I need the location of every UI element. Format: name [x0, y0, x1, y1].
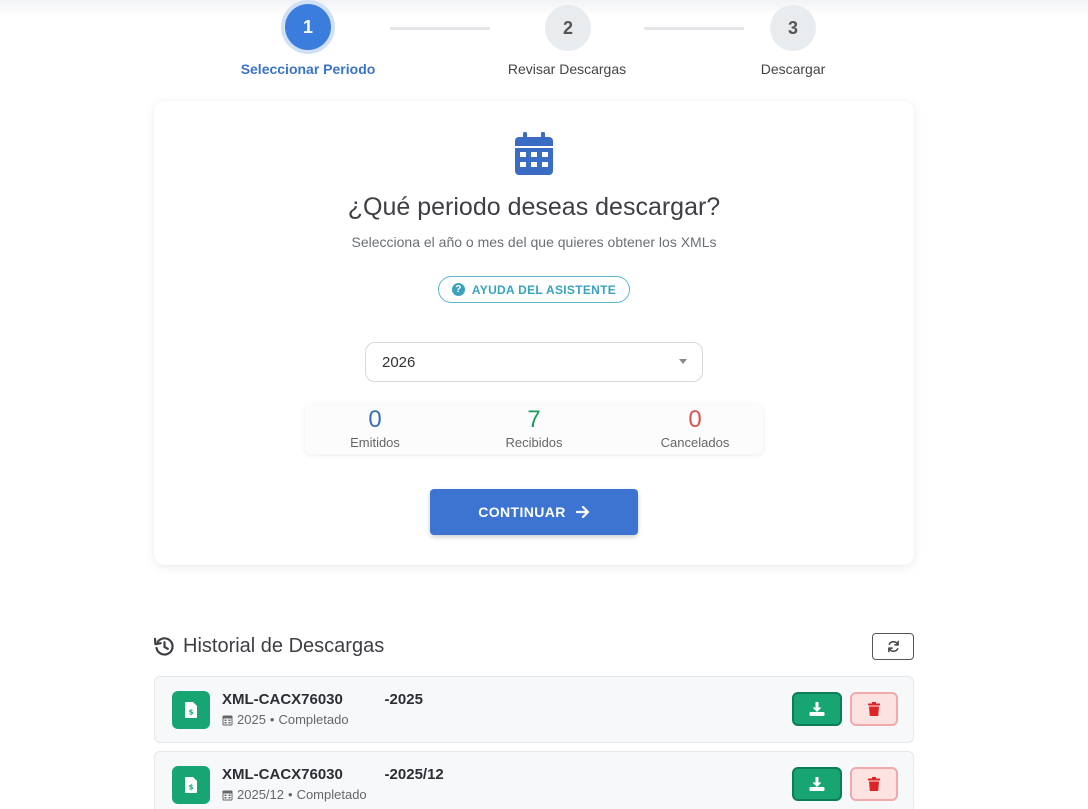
stat-recibidos: 7 Recibidos: [464, 404, 604, 450]
history-title: Historial de Descargas: [183, 634, 385, 657]
trash-icon: [868, 777, 880, 791]
refresh-button[interactable]: [872, 633, 914, 660]
history-item: $ XML-CACX76030 -2025 2025 • Completado: [154, 676, 914, 743]
stat-label: Cancelados: [660, 435, 730, 450]
year-select[interactable]: 2026: [365, 342, 703, 382]
history-item-period: 2025: [237, 712, 266, 727]
file-icon: $: [185, 777, 197, 793]
trash-icon: [868, 702, 880, 716]
step-1-circle[interactable]: 1: [285, 4, 331, 50]
history-item-meta: 2025/12 • Completado: [222, 787, 367, 802]
history-item-status: Completado: [296, 787, 367, 802]
separator-dot: •: [269, 712, 275, 727]
history-header: Historial de Descargas: [154, 633, 384, 659]
continue-button[interactable]: CONTINUAR: [430, 489, 638, 535]
wizard-stepper: 1 2 3 Seleccionar Periodo Revisar Descar…: [0, 0, 1088, 90]
delete-button[interactable]: [850, 692, 898, 726]
svg-text:$: $: [189, 784, 194, 792]
history-item-name: XML-CACX76030 -2025/12: [222, 766, 444, 783]
help-button-label: AYUDA DEL ASISTENTE: [471, 282, 617, 297]
download-button[interactable]: [792, 767, 842, 801]
page-subtitle: Selecciona el año o mes del que quieres …: [351, 234, 717, 250]
stats-panel: 0 Emitidos 7 Recibidos 0 Cancelados: [305, 404, 763, 454]
separator-dot: •: [288, 787, 293, 802]
step-connector: [644, 27, 744, 30]
step-2-label: Revisar Descargas: [507, 61, 627, 77]
step-connector: [390, 27, 490, 30]
stat-value: 0: [688, 406, 702, 433]
help-button[interactable]: ? AYUDA DEL ASISTENTE: [438, 276, 630, 303]
stat-cancelados: 0 Cancelados: [625, 404, 765, 450]
delete-button[interactable]: [850, 767, 898, 801]
download-icon: [809, 702, 825, 716]
step-1-label: Seleccionar Periodo: [240, 61, 376, 77]
page-title: ¿Qué periodo deseas descargar?: [347, 193, 721, 221]
step-3-label: Descargar: [760, 61, 826, 77]
refresh-icon: [887, 640, 899, 653]
step-3-circle[interactable]: 3: [770, 5, 816, 51]
file-invoice-icon: $: [172, 691, 210, 729]
history-icon: [154, 636, 174, 656]
arrow-right-icon: [575, 506, 589, 518]
question-icon: ?: [451, 283, 465, 296]
history-item-period: 2025/12: [237, 787, 284, 802]
calendar-icon: [222, 790, 233, 800]
calendar-icon: [222, 715, 233, 725]
svg-text:$: $: [189, 709, 194, 717]
calendar-icon: [515, 132, 553, 175]
stat-label: Recibidos: [505, 435, 563, 450]
file-icon: $: [185, 702, 197, 718]
stat-value: 7: [527, 406, 541, 433]
stat-emitidos: 0 Emitidos: [305, 404, 445, 450]
download-button[interactable]: [792, 692, 842, 726]
year-select-value: 2026: [382, 353, 416, 371]
file-invoice-icon: $: [172, 766, 210, 804]
download-icon: [809, 777, 825, 791]
step-2-circle[interactable]: 2: [545, 5, 591, 51]
continue-button-label: CONTINUAR: [478, 504, 566, 520]
history-item-name: XML-CACX76030 -2025: [222, 691, 423, 708]
period-card: ¿Qué periodo deseas descargar? Seleccion…: [154, 101, 914, 565]
history-item-meta: 2025 • Completado: [222, 712, 349, 727]
history-item-status: Completado: [278, 712, 349, 727]
history-item: $ XML-CACX76030 -2025/12 2025/12 • Compl…: [154, 751, 914, 809]
stat-value: 0: [368, 406, 382, 433]
stat-label: Emitidos: [350, 435, 400, 450]
caret-down-icon: [679, 359, 687, 364]
